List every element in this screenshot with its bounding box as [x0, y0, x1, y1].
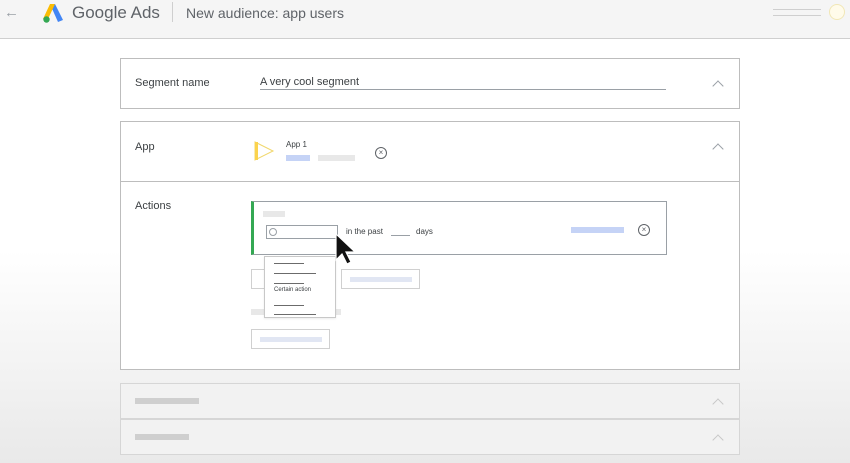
brand-name: Google Ads	[72, 3, 160, 22]
list-item-certain-action[interactable]: Certain action	[274, 287, 311, 293]
actions-label: Actions	[135, 200, 172, 212]
account-avatar[interactable]	[829, 4, 845, 20]
app-detail-placeholder	[286, 155, 310, 161]
add-rule-group-button[interactable]	[251, 329, 330, 349]
app-card: App App 1 × Actions in the past days × C…	[120, 121, 740, 370]
collapsed-card[interactable]	[120, 419, 740, 455]
list-item[interactable]	[274, 283, 304, 284]
back-arrow-icon[interactable]: ←	[4, 5, 20, 21]
chevron-up-icon[interactable]	[712, 398, 724, 410]
app-name: App 1	[286, 140, 307, 149]
app-label: App	[135, 141, 155, 153]
header-decoration-line	[773, 15, 821, 16]
collapsed-card-label-placeholder	[135, 434, 189, 440]
segment-name-input[interactable]: A very cool segment	[260, 76, 359, 88]
list-item[interactable]	[274, 305, 304, 306]
segment-name-card: Segment name A very cool segment	[120, 58, 740, 109]
section-divider	[121, 181, 739, 182]
action-dropdown-list: Certain action	[264, 256, 336, 318]
app-play-icon	[254, 141, 275, 161]
segment-name-label: Segment name	[135, 77, 210, 89]
action-rule-box: in the past days ×	[251, 201, 667, 255]
remove-app-icon[interactable]: ×	[375, 147, 387, 159]
collapsed-card[interactable]	[120, 383, 740, 419]
page-title: New audience: app users	[186, 5, 344, 21]
list-item[interactable]	[274, 314, 316, 315]
mouse-cursor-icon	[335, 233, 357, 265]
chevron-up-icon[interactable]	[712, 143, 724, 155]
action-value-placeholder	[571, 227, 624, 233]
action-rule-title-placeholder	[263, 211, 285, 217]
chevron-up-icon[interactable]	[712, 434, 724, 446]
list-item[interactable]	[274, 263, 304, 264]
header-decoration-line	[773, 9, 821, 10]
google-ads-logo-icon	[43, 4, 63, 23]
header-divider	[172, 2, 173, 22]
remove-action-icon[interactable]: ×	[638, 224, 650, 236]
days-text: days	[416, 227, 433, 236]
action-search-input[interactable]	[266, 225, 338, 239]
segment-name-underline	[260, 89, 666, 90]
collapsed-card-label-placeholder	[135, 398, 199, 404]
days-count-input[interactable]	[391, 235, 410, 236]
top-app-bar: ← Google Ads New audience: app users	[0, 0, 850, 39]
add-action-button[interactable]	[251, 269, 265, 289]
chevron-up-icon[interactable]	[712, 80, 724, 92]
app-detail-placeholder	[318, 155, 355, 161]
add-condition-button[interactable]	[341, 269, 420, 289]
search-icon	[269, 228, 277, 236]
list-item[interactable]	[274, 273, 316, 274]
